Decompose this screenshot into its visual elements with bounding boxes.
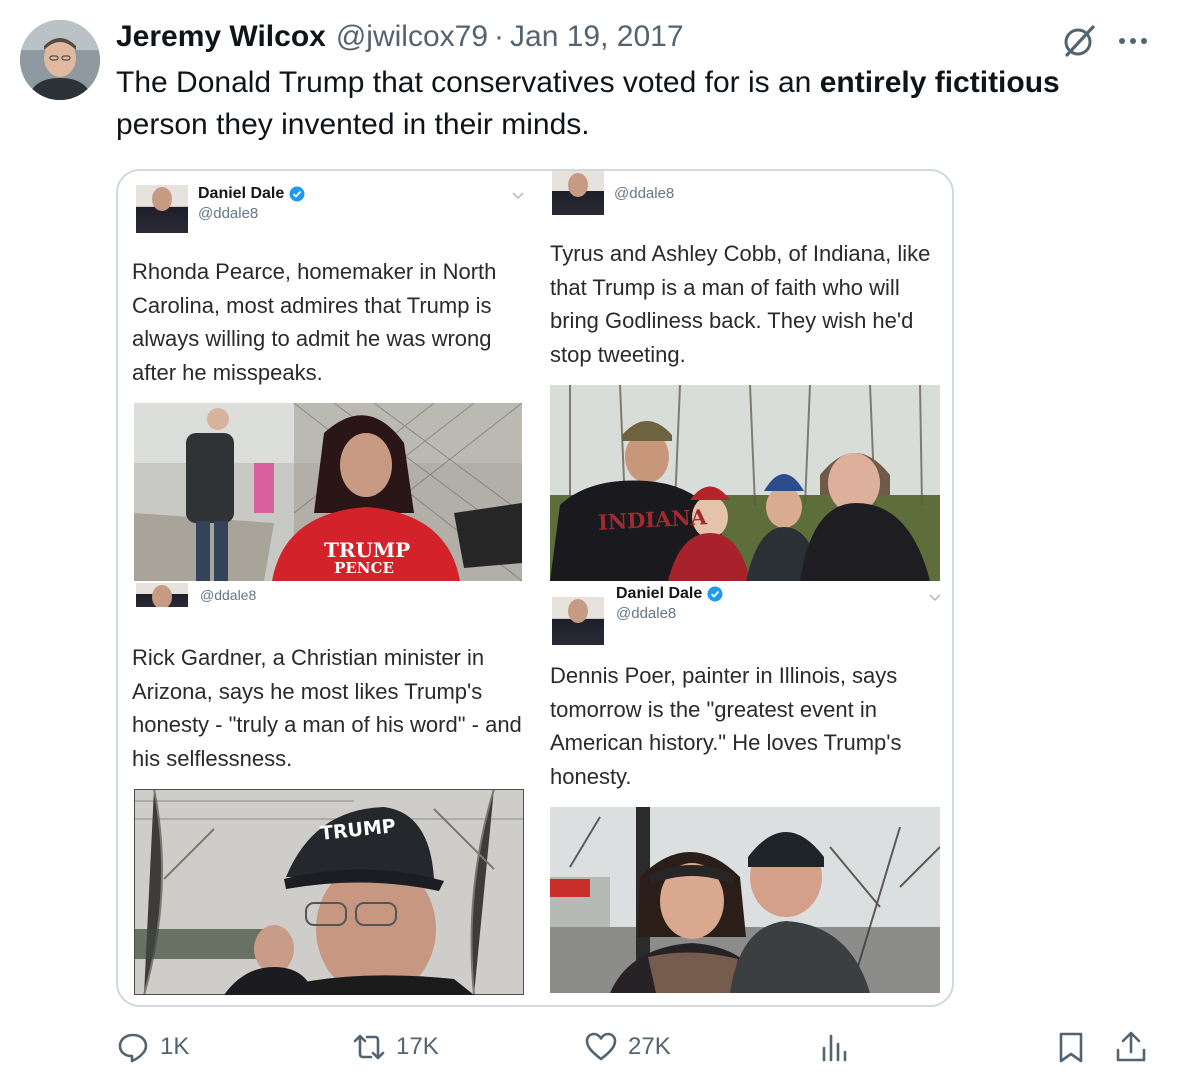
embedded-handle: @ddale8 [614, 185, 675, 202]
share-button[interactable] [1114, 1030, 1148, 1064]
embedded-avatar [552, 597, 604, 645]
embedded-avatar [136, 583, 188, 607]
embedded-tweet-text: Rick Gardner, a Christian minister in Ar… [132, 645, 522, 771]
post-text-part: person they invented in their minds. [116, 108, 590, 141]
embedded-tweet-top-right: @ddale8 Tyrus and Ashley Cobb, of Indian… [536, 171, 952, 583]
shirt-print: TRUMP PENCE [324, 538, 411, 577]
repost-count: 17K [396, 1033, 439, 1060]
embedded-tweet-text: Dennis Poer, painter in Illinois, says t… [550, 663, 902, 789]
author-handle[interactable]: @jwilcox79 [336, 20, 488, 54]
embedded-author-name: Daniel Dale [198, 185, 305, 203]
reply-button[interactable]: 1K [116, 1030, 189, 1064]
post-media-image[interactable]: Daniel Dale @ddale8 Rhonda Pearce, homem… [116, 169, 954, 1007]
embedded-tweet-text: Rhonda Pearce, homemaker in North Caroli… [132, 259, 497, 385]
verified-icon [289, 186, 305, 202]
like-count: 27K [628, 1033, 671, 1060]
chevron-down-icon [512, 192, 524, 200]
author-name[interactable]: Jeremy Wilcox [116, 20, 326, 54]
views-icon [822, 1034, 847, 1062]
verified-icon [707, 586, 723, 602]
embedded-photo-rhonda: TRUMP PENCE [134, 403, 522, 581]
embedded-tweet-top-left: Daniel Dale @ddale8 Rhonda Pearce, homem… [118, 171, 536, 583]
reply-count: 1K [160, 1033, 190, 1060]
repost-button[interactable]: 17K [352, 1030, 439, 1064]
repost-icon [353, 1034, 385, 1060]
views-button[interactable] [818, 1030, 852, 1064]
shirt-line-2: PENCE [334, 559, 394, 577]
like-button[interactable]: 27K [584, 1030, 671, 1064]
embedded-handle: @ddale8 [198, 205, 259, 222]
post-date[interactable]: Jan 19, 2017 [510, 20, 683, 54]
post-text: The Donald Trump that conservatives vote… [116, 62, 1156, 146]
embedded-photo-cobb-family: INDIANA [550, 385, 940, 581]
post-text-part: The Donald Trump that conservatives vote… [116, 66, 820, 99]
avatar-image [20, 20, 100, 100]
post-text-bold: entirely fictitious [819, 66, 1060, 99]
embedded-photo-rick: TRUMP [134, 789, 524, 995]
post-actions: 1K 17K 27K [0, 1030, 1190, 1080]
embedded-tweet-bottom-left: @ddale8 Rick Gardner, a Christian minist… [118, 583, 536, 1005]
bookmark-button[interactable] [1054, 1030, 1088, 1064]
post-header: Jeremy Wilcox @jwilcox79 · Jan 19, 2017 [116, 20, 684, 54]
header-separator: · [494, 20, 505, 53]
embedded-handle: @ddale8 [616, 605, 677, 622]
chevron-down-icon [929, 594, 941, 602]
embedded-avatar [552, 171, 604, 215]
embedded-photo-dennis [550, 807, 940, 993]
embedded-tweet-text: Tyrus and Ashley Cobb, of Indiana, like … [550, 241, 931, 367]
embedded-author-name: Daniel Dale [616, 585, 723, 603]
embedded-handle: @ddale8 [200, 587, 257, 603]
more-icon[interactable] [1116, 28, 1150, 54]
embedded-avatar [136, 185, 188, 233]
embedded-tweet-bottom-right: Daniel Dale @ddale8 Dennis Poer, painter… [536, 583, 952, 1005]
share-icon [1116, 1031, 1146, 1062]
bookmark-icon [1059, 1032, 1083, 1063]
like-icon [585, 1032, 617, 1061]
shirt-line-1: TRUMP [324, 538, 411, 562]
embedded-name-text: Daniel Dale [616, 585, 703, 602]
embedded-name-text: Daniel Dale [198, 185, 285, 202]
reply-icon [118, 1033, 148, 1063]
grok-icon[interactable] [1060, 22, 1098, 60]
author-avatar[interactable] [20, 20, 100, 100]
